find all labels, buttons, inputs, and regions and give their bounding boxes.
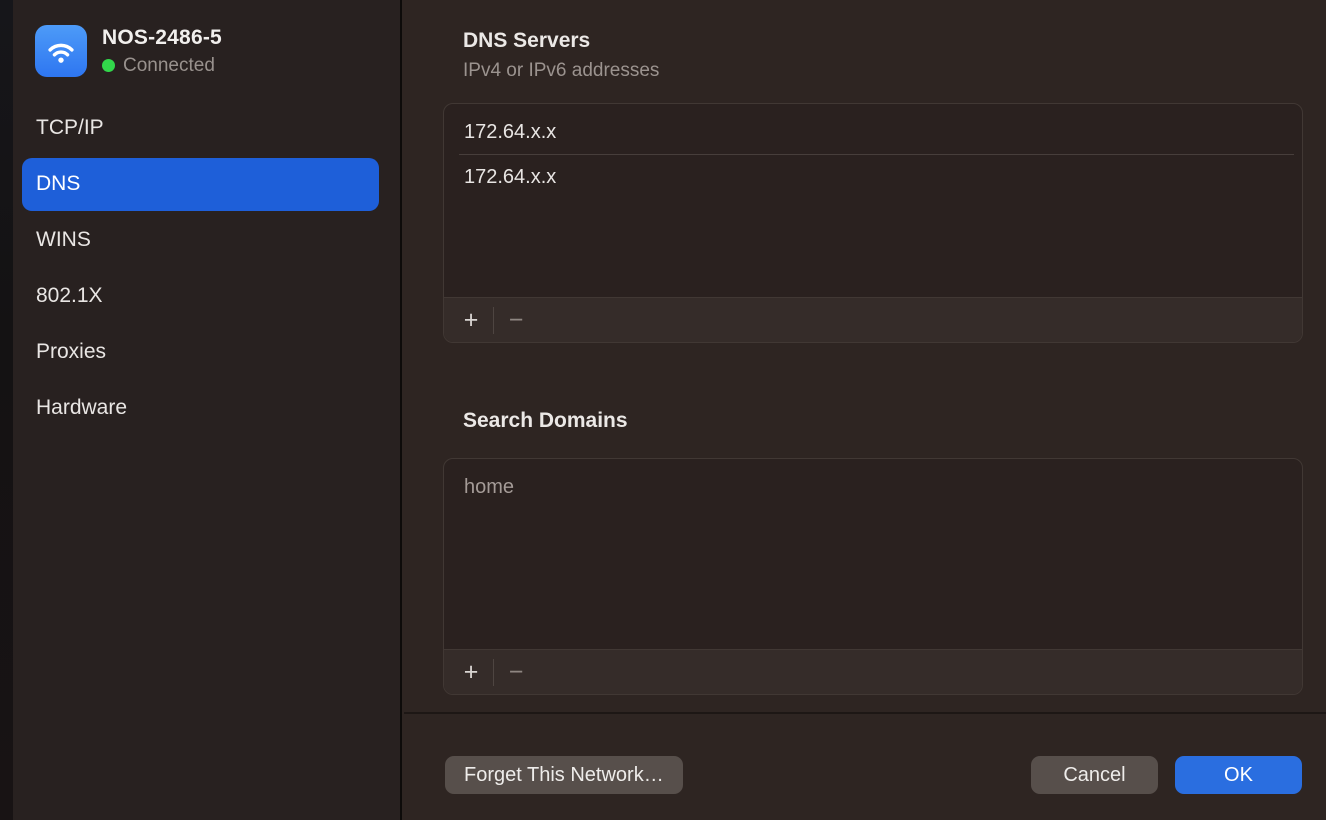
connected-status-dot — [102, 59, 115, 72]
search-domains-rows: home — [444, 459, 1302, 649]
sidebar-item-wins[interactable]: WINS — [22, 212, 379, 268]
dns-servers-toolbar: + − — [444, 297, 1302, 342]
desktop-edge — [0, 0, 13, 820]
sidebar-item-tcpip[interactable]: TCP/IP — [22, 100, 379, 156]
cancel-button[interactable]: Cancel — [1031, 756, 1158, 794]
forget-network-button[interactable]: Forget This Network… — [445, 756, 683, 794]
add-dns-server-button[interactable]: + — [454, 305, 488, 335]
toolbar-divider — [493, 307, 494, 334]
sidebar-item-hardware[interactable]: Hardware — [22, 380, 379, 436]
dns-servers-subtitle: IPv4 or IPv6 addresses — [463, 60, 659, 82]
ok-button[interactable]: OK — [1175, 756, 1302, 794]
dns-server-row[interactable]: 172.64.x.x — [444, 155, 1302, 199]
sidebar-item-dns[interactable]: DNS — [22, 158, 379, 211]
network-name: NOS-2486-5 — [102, 26, 222, 50]
connected-status-label: Connected — [123, 55, 215, 77]
plus-icon: + — [464, 308, 479, 333]
dns-server-value: 172.64.x.x — [464, 121, 556, 144]
plus-icon: + — [464, 660, 479, 685]
network-header: NOS-2486-5 Connected — [35, 25, 222, 77]
remove-search-domain-button[interactable]: − — [499, 657, 533, 687]
search-domain-row[interactable]: home — [444, 465, 1302, 509]
sidebar: NOS-2486-5 Connected TCP/IP DNS WINS 802… — [13, 0, 402, 820]
search-domains-toolbar: + − — [444, 649, 1302, 694]
dns-server-value: 172.64.x.x — [464, 166, 556, 189]
sidebar-nav: TCP/IP DNS WINS 802.1X Proxies Hardware — [22, 100, 379, 436]
dns-servers-rows: 172.64.x.x 172.64.x.x — [444, 104, 1302, 297]
dns-servers-list: 172.64.x.x 172.64.x.x + − — [443, 103, 1303, 343]
remove-dns-server-button[interactable]: − — [499, 305, 533, 335]
dns-servers-title: DNS Servers — [463, 29, 590, 53]
minus-icon: − — [509, 660, 524, 685]
search-domains-list: home + − — [443, 458, 1303, 695]
sidebar-item-8021x[interactable]: 802.1X — [22, 268, 379, 324]
minus-icon: − — [509, 308, 524, 333]
wifi-icon — [35, 25, 87, 77]
network-details-window: NOS-2486-5 Connected TCP/IP DNS WINS 802… — [0, 0, 1326, 820]
connection-status: Connected — [102, 55, 222, 77]
search-domains-title: Search Domains — [463, 409, 628, 433]
toolbar-divider — [493, 659, 494, 686]
add-search-domain-button[interactable]: + — [454, 657, 488, 687]
footer-actions: Forget This Network… Cancel OK — [445, 756, 1302, 794]
search-domain-value: home — [464, 476, 514, 499]
footer-separator — [404, 712, 1326, 714]
dns-panel: DNS Servers IPv4 or IPv6 addresses 172.6… — [404, 0, 1326, 820]
sidebar-item-proxies[interactable]: Proxies — [22, 324, 379, 380]
dns-server-row[interactable]: 172.64.x.x — [444, 110, 1302, 154]
network-meta: NOS-2486-5 Connected — [102, 26, 222, 77]
